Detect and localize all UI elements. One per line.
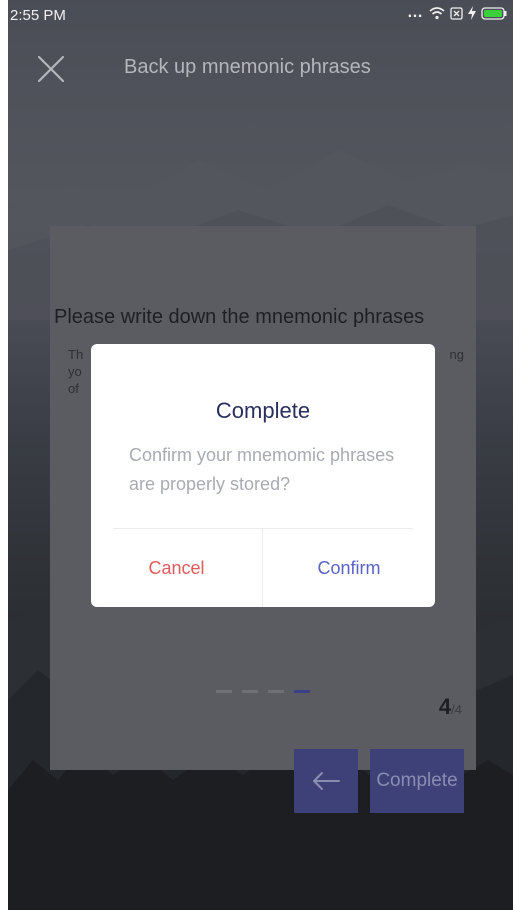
- dialog-message: Confirm your mnemomic phrases are proper…: [129, 445, 395, 494]
- confirm-dialog: Complete Confirm your mnemomic phrases a…: [91, 344, 435, 607]
- confirm-button[interactable]: Confirm: [263, 529, 435, 607]
- cancel-button[interactable]: Cancel: [91, 529, 262, 607]
- page-current: 4: [438, 694, 452, 719]
- arrow-left-icon: [313, 772, 340, 790]
- status-bar: 2:55 PM …: [8, 0, 513, 28]
- status-time: 2:55 PM: [10, 7, 66, 24]
- sim-icon: [450, 6, 463, 20]
- pager-dots: [216, 690, 310, 693]
- page-total: /4: [451, 702, 462, 717]
- pager-dot: [268, 690, 284, 693]
- pager-dot: [216, 690, 232, 693]
- status-icons: …: [407, 4, 507, 21]
- page-counter: 4/4: [439, 694, 462, 720]
- card-title: Please write down the mnemonic phrases: [54, 306, 425, 328]
- back-button[interactable]: [294, 749, 358, 813]
- battery-icon: [481, 6, 507, 20]
- charging-icon: [468, 6, 476, 20]
- pager-dot: [242, 690, 258, 693]
- complete-button[interactable]: Complete: [370, 749, 464, 813]
- pager-dot-active: [294, 690, 310, 693]
- card-description-right: ng: [449, 347, 464, 362]
- wifi-icon: [429, 7, 445, 20]
- page-title: Back up mnemonic phrases: [124, 56, 371, 78]
- card-description-left: Th yo of: [68, 347, 84, 396]
- close-icon[interactable]: [36, 54, 66, 84]
- dialog-title: Complete: [215, 398, 311, 423]
- screen-left-edge: [0, 0, 8, 910]
- more-dots-icon: …: [407, 4, 424, 21]
